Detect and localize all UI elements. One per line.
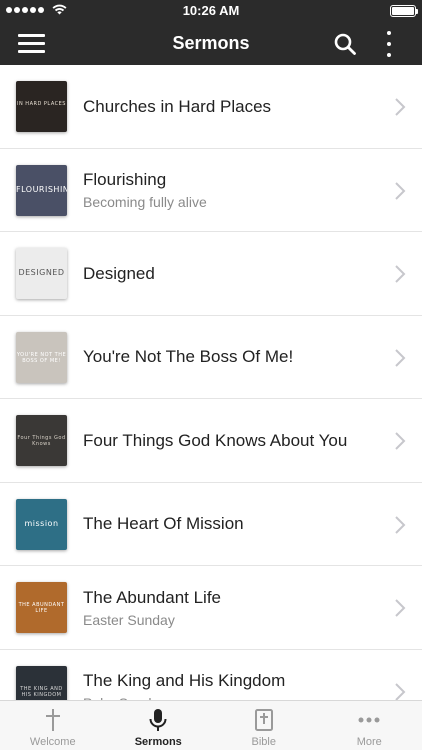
sermon-title: The Heart Of Mission xyxy=(83,514,244,533)
sermon-artwork: YOU'RE NOT THE BOSS OF ME! xyxy=(16,331,67,383)
artwork-text: IN HARD PLACES xyxy=(17,101,66,107)
status-bar: 10:26 AM xyxy=(0,0,422,22)
artwork-text: YOU'RE NOT THE BOSS OF ME! xyxy=(16,351,67,364)
sermon-title: Four Things God Knows About You xyxy=(83,430,348,450)
artwork-text: THE KING AND HIS KINGDOM xyxy=(20,685,63,698)
sermon-title: The King and His Kingdom xyxy=(83,671,286,690)
sermon-title: You're Not The Boss Of Me! xyxy=(83,347,294,366)
tab-welcome[interactable]: Welcome xyxy=(0,701,106,750)
sermon-artwork: IN HARD PLACES xyxy=(16,81,67,132)
bible-icon xyxy=(254,709,273,731)
sermon-row[interactable]: DESIGNED Designed xyxy=(0,232,422,316)
chevron-right-icon xyxy=(395,348,406,367)
chevron-right-icon xyxy=(395,98,406,116)
sermon-artwork: Four Things God Knows xyxy=(16,415,67,466)
artwork-text: DESIGNED xyxy=(18,268,65,277)
navigation-bar: Sermons xyxy=(0,22,422,65)
tab-more[interactable]: More xyxy=(317,701,422,750)
sermon-title: Flourishing xyxy=(83,170,167,189)
microphone-icon xyxy=(149,709,167,731)
sermon-title: The Abundant Life xyxy=(83,587,222,607)
sermon-row[interactable]: THE ABUNDANT LIFE The Abundant Life Easter… xyxy=(0,566,422,650)
sermon-title: Churches in Hard Places xyxy=(83,96,272,116)
sermon-artwork: THE ABUNDANT LIFE xyxy=(16,582,67,633)
tab-bar: Welcome Sermons Bible More xyxy=(0,700,422,750)
sermon-title: Designed xyxy=(83,263,155,283)
chevron-right-icon xyxy=(395,515,406,534)
sermon-row[interactable]: mission The Heart Of Mission xyxy=(0,482,422,566)
chevron-right-icon xyxy=(395,265,406,283)
sermon-artwork: mission xyxy=(16,498,67,550)
status-time: 10:26 AM xyxy=(182,3,240,18)
sermon-row[interactable]: IN HARD PLACES Churches in Hard Places xyxy=(0,65,422,149)
sermon-list: IN HARD PLACES Churches in Hard Places FLO… xyxy=(0,65,422,700)
sermon-row[interactable]: THE KING AND HIS KINGDOM The King and His… xyxy=(0,649,422,700)
chevron-right-icon xyxy=(395,599,406,617)
sermon-row[interactable]: FLOURISHING Flourishing Becoming fully ali… xyxy=(0,148,422,232)
battery-icon xyxy=(390,5,418,17)
chevron-right-icon xyxy=(395,682,406,700)
artwork-text: mission xyxy=(24,518,59,528)
page-title: Sermons xyxy=(172,33,250,53)
artwork-text: FLOURISHING xyxy=(16,184,67,194)
tab-label: Bible xyxy=(251,736,276,748)
sermon-row[interactable]: Four Things God Knows Four Things God Kno… xyxy=(0,399,422,483)
sermon-artwork: DESIGNED xyxy=(16,248,67,299)
tab-bible[interactable]: Bible xyxy=(211,701,317,750)
ellipsis-icon xyxy=(358,717,380,723)
tab-sermons[interactable]: Sermons xyxy=(106,701,212,750)
sermon-row[interactable]: YOU'RE NOT THE BOSS OF ME! You're Not The… xyxy=(0,315,422,399)
chevron-right-icon xyxy=(395,181,406,200)
tab-label: More xyxy=(356,736,382,748)
artwork-text: Four Things God Knows xyxy=(17,435,66,447)
tab-label: Sermons xyxy=(134,736,182,748)
sermon-artwork: FLOURISHING xyxy=(16,164,67,216)
sermon-subtitle: Easter Sunday xyxy=(83,611,175,628)
more-options-icon[interactable] xyxy=(379,31,399,57)
sermon-artwork: THE KING AND HIS KINGDOM xyxy=(16,665,67,700)
sermon-subtitle: Becoming fully alive xyxy=(83,194,207,210)
chevron-right-icon xyxy=(395,432,406,450)
artwork-text: THE ABUNDANT LIFE xyxy=(18,602,65,614)
tab-label: Welcome xyxy=(29,736,76,748)
search-icon[interactable] xyxy=(333,32,357,56)
cross-icon xyxy=(45,709,60,731)
